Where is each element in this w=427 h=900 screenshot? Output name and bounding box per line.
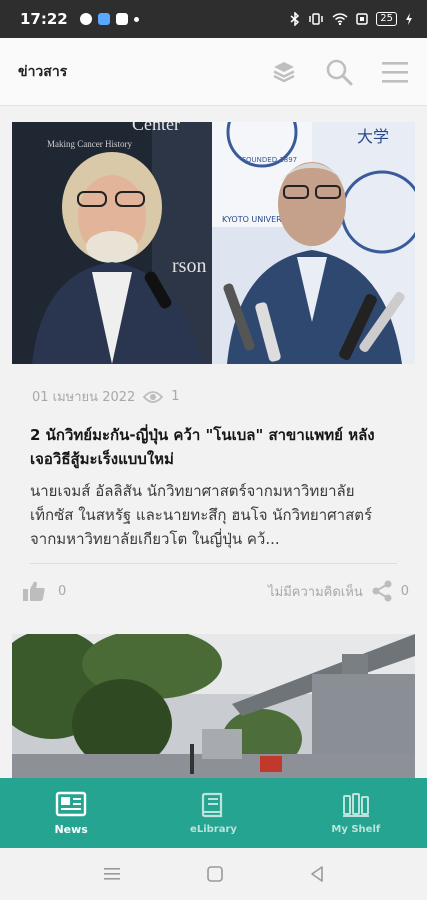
photo-sign-sub: Making Cancer History (47, 139, 132, 149)
app-notification-icon (97, 13, 110, 25)
menu-icon[interactable] (381, 60, 409, 84)
bottom-tab-bar: News eLibrary My Shelf (0, 778, 427, 848)
app-header: ข่าวสาร (0, 38, 427, 106)
article-meta: 01 เมษายน 2022 1 (32, 386, 415, 407)
photo-sign-mid: rson (172, 255, 206, 277)
back-icon[interactable] (309, 865, 325, 883)
tab-elibrary-label: eLibrary (190, 823, 237, 835)
article-photo[interactable]: Center Making Cancer History rson FOUNDE… (12, 122, 415, 364)
photo-kanji: 大学 (357, 127, 389, 146)
sim-icon (356, 13, 369, 25)
page-title: ข่าวสาร (18, 63, 68, 80)
tab-elibrary[interactable]: eLibrary (142, 778, 284, 848)
more-notifications-icon (133, 16, 139, 22)
status-bar: 17:22 25 (0, 0, 427, 38)
shopping-notification-icon (115, 13, 128, 25)
status-time: 17:22 (20, 10, 68, 28)
home-icon[interactable] (206, 865, 224, 883)
battery-indicator: 25 (376, 12, 397, 26)
newspaper-icon (55, 791, 87, 816)
vibrate-icon (309, 13, 324, 25)
article-excerpt: นายเจมส์ อัลลิสัน นักวิทยาศาสตร์จากมหาวิ… (30, 482, 373, 548)
share-count: 0 (400, 583, 409, 599)
article-photo[interactable] (12, 634, 415, 780)
share-icon[interactable] (371, 580, 393, 602)
wifi-icon (332, 13, 348, 25)
comment-status[interactable]: ไม่มีความคิดเห็น (268, 581, 363, 602)
tab-news[interactable]: News (0, 778, 142, 848)
search-icon[interactable] (325, 58, 353, 86)
facebook-notification-icon (79, 13, 92, 25)
news-card[interactable]: Center Making Cancer History rson FOUNDE… (12, 122, 415, 602)
book-icon (202, 792, 223, 817)
bluetooth-icon (290, 12, 300, 26)
eye-icon (143, 390, 164, 403)
tab-my-shelf-label: My Shelf (331, 823, 381, 835)
tab-news-label: News (54, 822, 88, 836)
article-actions: 0 ไม่มีความคิดเห็น 0 (22, 580, 409, 602)
shelf-icon (342, 792, 369, 817)
like-icon[interactable] (22, 580, 46, 602)
like-count: 0 (58, 583, 67, 599)
news-card[interactable] (12, 634, 415, 780)
recent-apps-icon[interactable] (103, 867, 121, 881)
view-count: 1 (171, 389, 180, 404)
tab-my-shelf[interactable]: My Shelf (285, 778, 427, 848)
photo-seal-text: FOUNDED 1897 (242, 156, 297, 164)
charging-icon (406, 13, 412, 25)
divider (30, 563, 397, 564)
article-headline[interactable]: 2 นักวิทย์มะกัน-ญี่ปุ่น คว้า "โนเบล" สาข… (30, 423, 397, 471)
system-nav-bar (0, 848, 427, 900)
layers-icon[interactable] (271, 59, 297, 85)
article-date: 01 เมษายน 2022 (32, 390, 136, 405)
photo-sign-center: Center (132, 122, 180, 134)
